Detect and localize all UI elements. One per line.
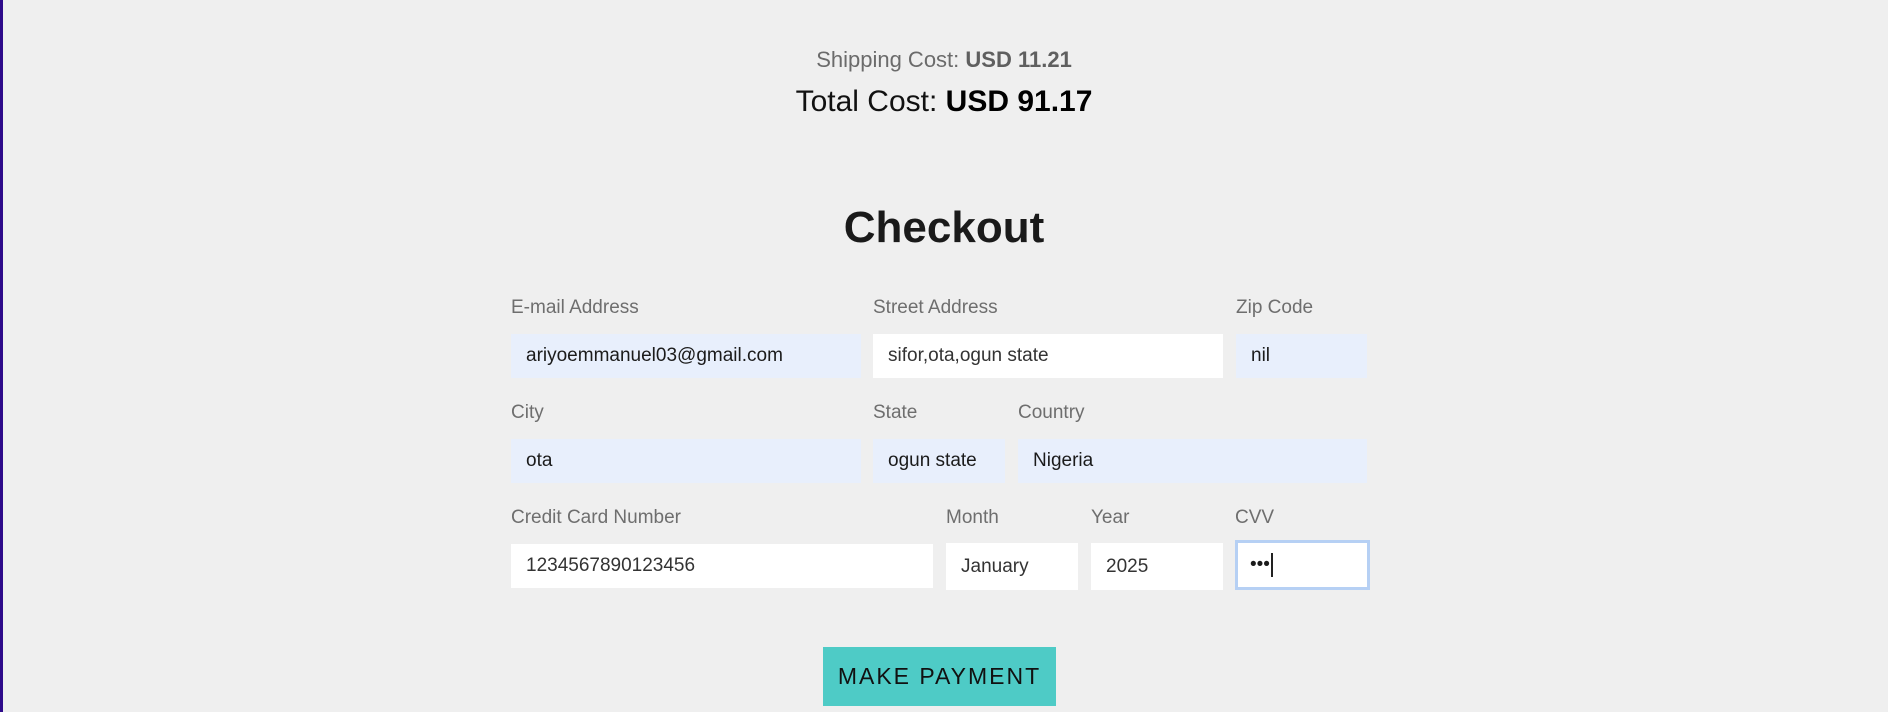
city-label: City <box>511 402 544 423</box>
city-group: City ota <box>511 401 861 483</box>
make-payment-button[interactable]: MAKE PAYMENT <box>823 647 1056 706</box>
zip-code-field[interactable]: nil <box>1236 334 1367 378</box>
city-field[interactable]: ota <box>511 439 861 483</box>
month-field[interactable]: January <box>946 543 1078 590</box>
street-group: Street Address sifor,ota,ogun state <box>873 296 1223 378</box>
zip-group: Zip Code nil <box>1236 296 1367 378</box>
month-group: Month January <box>946 506 1078 590</box>
cost-summary: Shipping Cost: USD 11.21 Total Cost: USD… <box>0 44 1888 122</box>
street-address-field[interactable]: sifor,ota,ogun state <box>873 334 1223 378</box>
card-group: Credit Card Number 1234567890123456 <box>511 506 933 588</box>
shipping-cost-label: Shipping Cost: <box>816 47 960 72</box>
zip-label: Zip Code <box>1236 297 1314 318</box>
year-field[interactable]: 2025 <box>1091 543 1223 590</box>
country-field[interactable]: Nigeria <box>1018 439 1367 483</box>
state-group: State ogun state <box>873 401 1005 483</box>
year-label: Year <box>1091 507 1130 528</box>
text-caret <box>1270 553 1273 577</box>
email-field[interactable]: ariyoemmanuel03@gmail.com <box>511 334 861 378</box>
country-label: Country <box>1018 402 1085 423</box>
total-cost: Total Cost: USD 91.17 <box>0 82 1888 122</box>
total-cost-label: Total Cost: <box>795 85 938 118</box>
total-cost-value: USD 91.17 <box>945 85 1093 118</box>
credit-card-field[interactable]: 1234567890123456 <box>511 544 933 588</box>
month-label: Month <box>946 507 999 528</box>
card-label: Credit Card Number <box>511 507 681 528</box>
shipping-cost: Shipping Cost: USD 11.21 <box>0 44 1888 76</box>
state-label: State <box>873 402 918 423</box>
year-group: Year 2025 <box>1091 506 1223 590</box>
email-label: E-mail Address <box>511 297 639 318</box>
country-group: Country Nigeria <box>1018 401 1367 483</box>
page-title: Checkout <box>843 203 1045 252</box>
cvv-group: CVV ••• <box>1235 506 1370 590</box>
street-label: Street Address <box>873 297 998 318</box>
cvv-value: ••• <box>1250 554 1270 575</box>
cvv-label: CVV <box>1235 507 1275 528</box>
cvv-field[interactable]: ••• <box>1235 540 1370 590</box>
email-group: E-mail Address ariyoemmanuel03@gmail.com <box>511 296 861 378</box>
shipping-cost-value: USD 11.21 <box>965 47 1072 72</box>
state-field[interactable]: ogun state <box>873 439 1005 483</box>
